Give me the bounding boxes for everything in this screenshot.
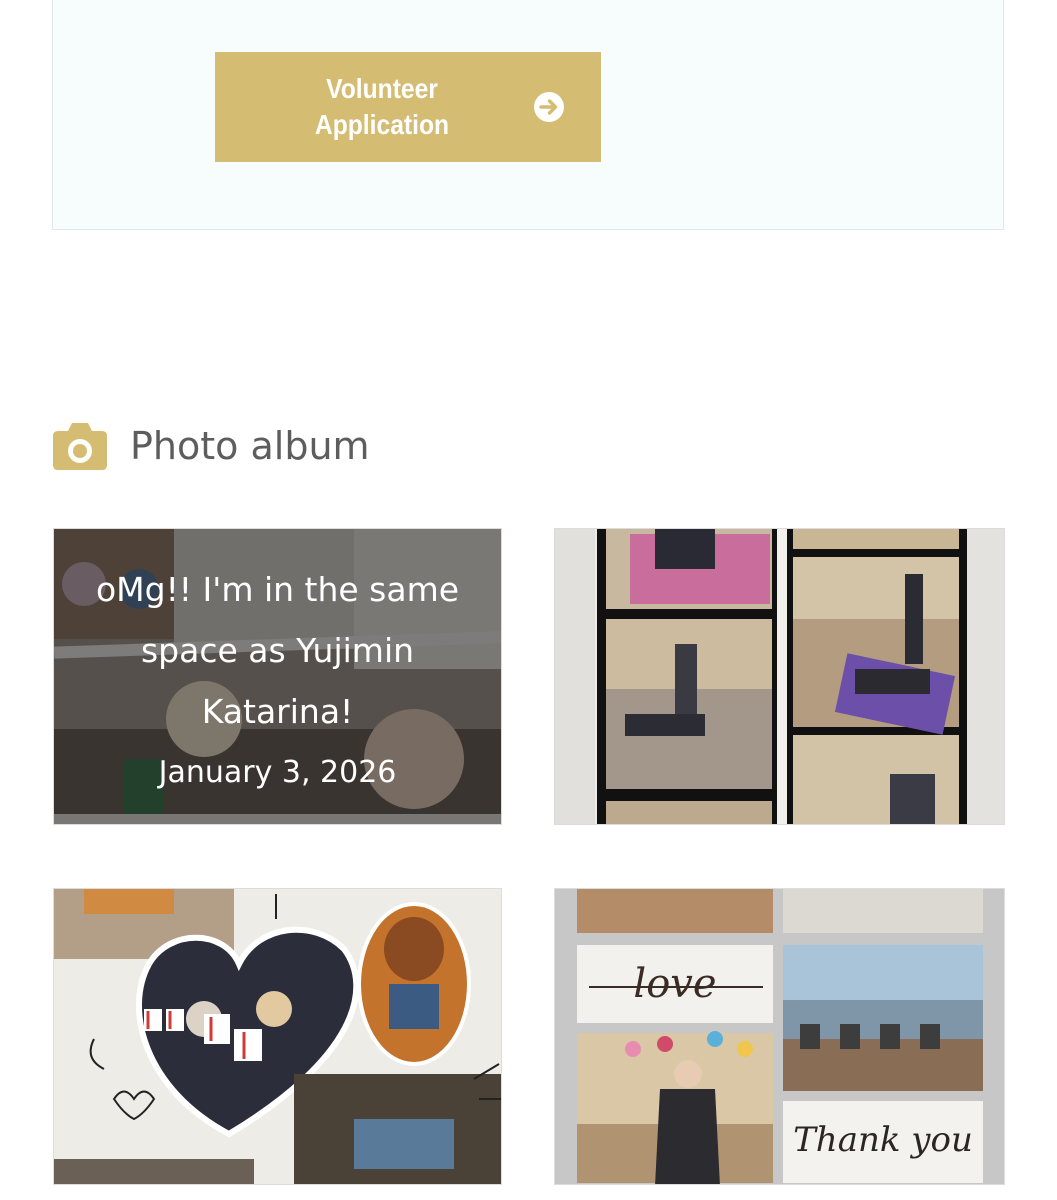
photo-post-title: oMg!! I'm in the same space as Yujimin K… — [95, 570, 460, 731]
photo-album-heading: Photo album — [52, 418, 370, 474]
love-text: love — [633, 961, 716, 1007]
photo-post-2[interactable] — [554, 528, 1005, 825]
photo-collage-2 — [555, 529, 1004, 824]
photo-post-1[interactable]: oMg!! I'm in the same space as Yujimin K… — [53, 528, 502, 825]
volunteer-application-button[interactable]: Volunteer Application — [215, 52, 601, 162]
volunteer-label-line1: Volunteer — [326, 73, 438, 104]
arrow-right-circle-icon — [534, 92, 564, 122]
photo-post-4[interactable]: love Thank you — [554, 888, 1005, 1185]
photo-collage-4: love Thank you — [555, 889, 1004, 1184]
photo-post-date: January 3, 2026 — [158, 755, 397, 790]
volunteer-button-label: Volunteer Application — [279, 52, 485, 162]
camera-icon — [53, 423, 107, 470]
photo-collage-3 — [54, 889, 501, 1184]
photo-post-3[interactable] — [53, 888, 502, 1185]
section-title: Photo album — [130, 424, 370, 468]
volunteer-label-line2: Application — [314, 109, 450, 140]
thank-you-text: Thank you — [793, 1120, 973, 1160]
